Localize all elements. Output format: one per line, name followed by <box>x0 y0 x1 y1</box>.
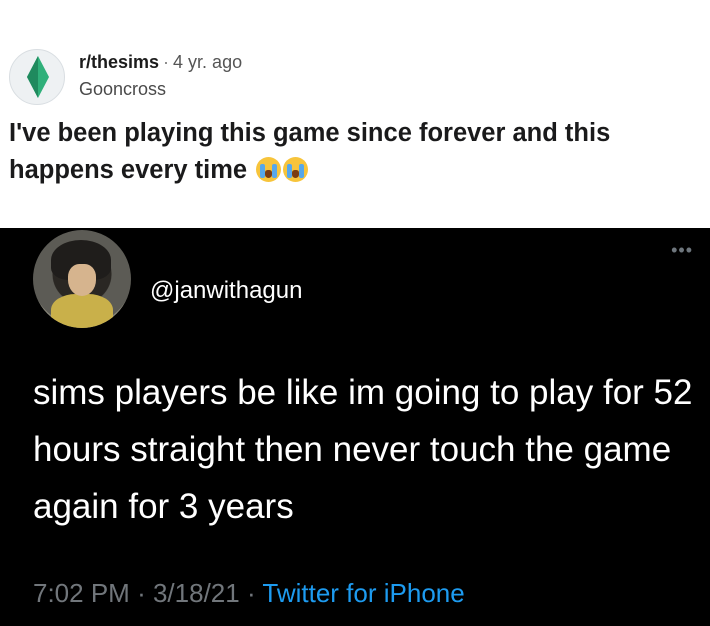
tweet-text: sims players be like im going to play fo… <box>33 373 693 526</box>
tweet-source-link[interactable]: Twitter for iPhone <box>262 578 464 608</box>
reddit-post: r/thesims · 4 yr. ago Gooncross I've been … <box>0 0 710 228</box>
post-age: 4 yr. ago <box>173 52 243 72</box>
loudly-crying-face-icon <box>256 157 282 182</box>
meta-separator: · <box>137 578 146 608</box>
meta-separator: · <box>163 52 170 72</box>
loudly-crying-face-icon <box>283 157 309 182</box>
tweet-meta: 7:02 PM · 3/18/21 · Twitter for iPhone <box>33 578 465 609</box>
post-author[interactable]: Gooncross <box>79 79 166 100</box>
tweet-time: 7:02 PM <box>33 578 130 608</box>
profile-avatar[interactable] <box>33 230 131 328</box>
more-options-icon[interactable]: ••• <box>671 240 693 261</box>
subreddit-avatar[interactable] <box>9 49 65 105</box>
post-meta-row: r/thesims · 4 yr. ago <box>79 52 242 73</box>
post-title[interactable]: I've been playing this game since foreve… <box>9 115 704 189</box>
tweet-handle[interactable]: @janwithagun <box>150 277 302 305</box>
subreddit-name[interactable]: r/thesims <box>79 52 159 72</box>
plumbob-icon <box>27 56 49 98</box>
meta-separator: · <box>246 578 256 608</box>
post-title-text: I've been playing this game since foreve… <box>9 119 611 184</box>
tweet-date: 3/18/21 <box>152 578 240 608</box>
tweet-screenshot: @janwithagun ••• sims players be like im… <box>0 228 710 626</box>
